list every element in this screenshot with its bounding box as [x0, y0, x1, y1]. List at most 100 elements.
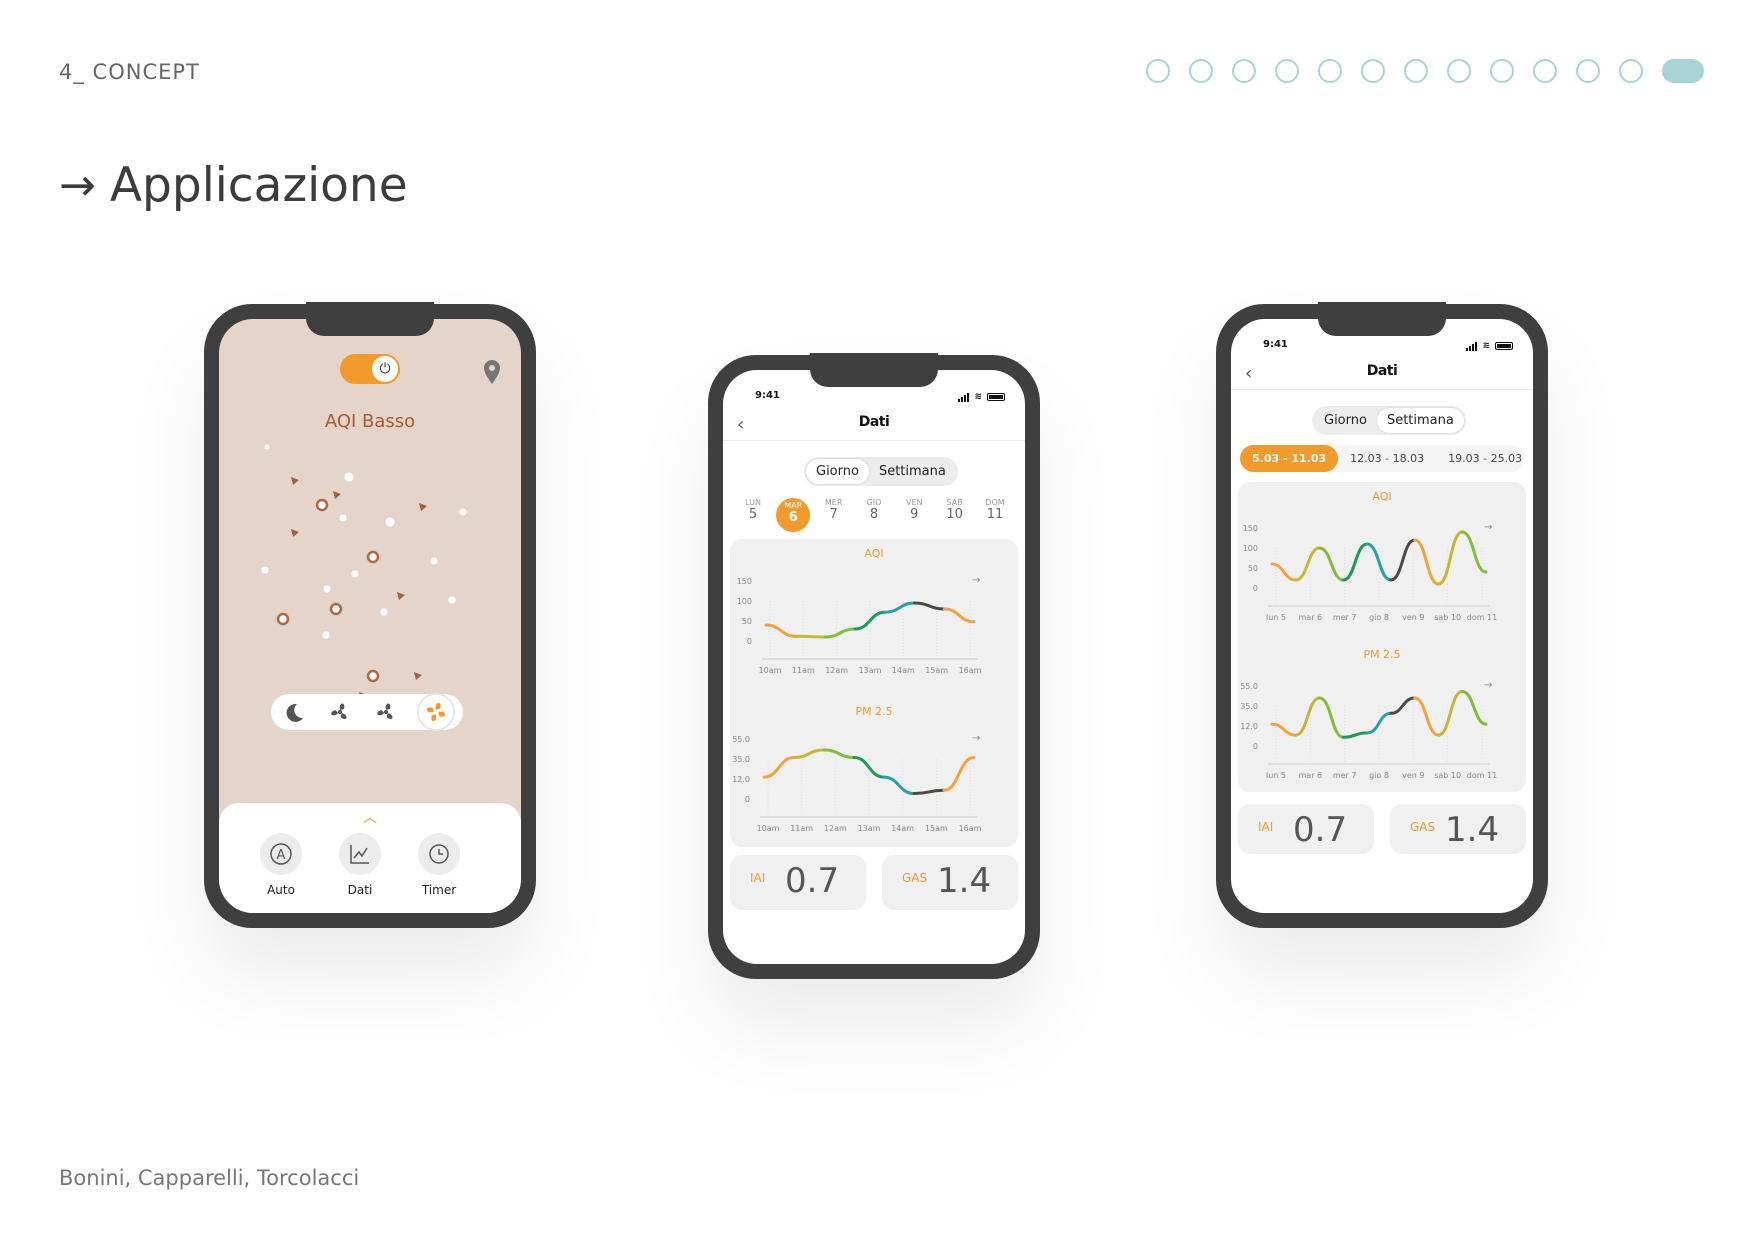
view-switch[interactable]: Giorno Settimana: [1312, 406, 1466, 435]
phone-notch: [810, 353, 938, 387]
timer-button[interactable]: Timer: [409, 833, 469, 897]
iai-label: IAI: [1258, 820, 1274, 834]
x-tick-label: ven 9: [1402, 771, 1424, 780]
series-segment: [1460, 689, 1488, 726]
pm25-chart[interactable]: PM 2.5 55.0 35.0 12.0 0 10am 11am 12am 13am 14am 1…: [730, 697, 1018, 847]
signal-icon: [1466, 341, 1478, 351]
y-tick-label: 12.0: [1240, 722, 1258, 731]
day-name: SAB: [946, 498, 963, 507]
iai-label: IAI: [750, 871, 766, 885]
auto-button[interactable]: A Auto: [251, 833, 311, 897]
phone-notch: [1318, 302, 1446, 336]
tab-giorno[interactable]: Giorno: [1314, 408, 1377, 433]
day-name: MAR: [784, 501, 803, 510]
series-segment: [764, 623, 798, 638]
iai-value: 0.7: [1293, 810, 1348, 850]
page-dot[interactable]: [1361, 59, 1385, 83]
particle-shard: [291, 477, 299, 485]
iai-stat: IAI 0.7: [1238, 804, 1374, 854]
week-item[interactable]: 19.03 - 25.03: [1436, 445, 1533, 472]
gas-stat: GAS 1.4: [1390, 804, 1526, 854]
series-segment: [1318, 546, 1345, 582]
page-dot[interactable]: [1318, 59, 1342, 83]
series-segment: [1389, 538, 1417, 582]
series-segment: [1294, 696, 1322, 737]
auto-label: Auto: [267, 883, 295, 897]
dati-button[interactable]: Dati: [330, 833, 390, 897]
x-tick-label: 10am: [757, 824, 780, 833]
gas-label: GAS: [902, 871, 928, 885]
day-item[interactable]: VEN 9: [897, 498, 931, 532]
expand-arrow-icon[interactable]: →: [1484, 522, 1492, 533]
y-tick-label: 55.0: [732, 735, 750, 744]
page-dot[interactable]: [1490, 59, 1514, 83]
pm25-chart[interactable]: PM 2.5 55.0 35.0 12.0 0 lun 5 mar 6 mer 7 gio 8 v…: [1238, 640, 1526, 790]
tab-settimana[interactable]: Settimana: [869, 459, 956, 484]
day-item[interactable]: MER 7: [817, 498, 851, 532]
charts-card: AQI 150 100 50 0 lun 5 mar 6 mer 7 gio 8 ven 9 sab…: [1238, 482, 1526, 792]
fan-icon[interactable]: [325, 697, 355, 727]
series-segment: [1436, 689, 1464, 737]
particle: [276, 612, 290, 626]
power-toggle[interactable]: ⏻: [340, 354, 400, 384]
day-item[interactable]: SAB 10: [938, 498, 972, 532]
mode-selector[interactable]: [271, 693, 463, 731]
expand-arrow-icon[interactable]: →: [1484, 680, 1492, 691]
page-dot[interactable]: [1576, 59, 1600, 83]
day-item[interactable]: GIO 8: [857, 498, 891, 532]
fan-active-icon[interactable]: [417, 693, 455, 731]
particle: [315, 498, 329, 512]
aqi-chart[interactable]: AQI 150 100 50 0 10am 11am 12am 13am 14am 15am 16am…: [730, 539, 1018, 689]
expand-arrow-icon[interactable]: →: [972, 733, 980, 744]
page-dot-active[interactable]: [1662, 59, 1704, 83]
y-tick-label: 50: [742, 617, 752, 626]
x-tick-label: sab 10: [1434, 613, 1461, 622]
page-dot[interactable]: [1275, 59, 1299, 83]
x-tick-label: 14am: [891, 824, 914, 833]
pin-icon[interactable]: [483, 359, 501, 385]
section-label: 4_ CONCEPT: [59, 60, 200, 84]
page-dot[interactable]: [1146, 59, 1170, 83]
expand-arrow-icon[interactable]: →: [972, 575, 980, 586]
week-strip[interactable]: 5.03 - 11.03 12.03 - 18.03 19.03 - 25.03: [1240, 445, 1524, 472]
status-bar: 9:41 ≋: [723, 390, 1025, 406]
page-dot[interactable]: [1404, 59, 1428, 83]
y-tick-label: 55.0: [1240, 682, 1258, 691]
page-dot[interactable]: [1232, 59, 1256, 83]
page-dot[interactable]: [1447, 59, 1471, 83]
series-segment: [912, 788, 946, 796]
series-segment: [1365, 711, 1393, 735]
page-dot[interactable]: [1619, 59, 1643, 83]
day-name: GIO: [866, 498, 882, 507]
series-segment: [853, 610, 887, 631]
day-strip[interactable]: LUN 5 MAR 6 MER 7 GIO 8 VEN 9 SAB 10 DOM 11: [736, 498, 1012, 532]
x-tick-label: lun 5: [1266, 771, 1286, 780]
series-segment: [762, 756, 796, 779]
view-switch[interactable]: Giorno Settimana: [804, 457, 958, 486]
week-item[interactable]: 5.03 - 11.03: [1240, 445, 1339, 472]
tab-settimana[interactable]: Settimana: [1376, 408, 1464, 433]
moon-icon[interactable]: [279, 697, 309, 727]
phone-notch: [306, 302, 434, 336]
fan-icon[interactable]: [371, 697, 401, 727]
x-tick-label: mer 7: [1333, 613, 1357, 622]
y-tick-label: 0: [747, 637, 752, 646]
page-dot[interactable]: [1533, 59, 1557, 83]
day-item[interactable]: DOM 11: [978, 498, 1012, 532]
wifi-icon: ≋: [974, 392, 982, 402]
page-dot[interactable]: [1189, 59, 1213, 83]
tab-giorno[interactable]: Giorno: [806, 459, 869, 484]
chart-title: AQI: [1372, 490, 1391, 503]
day-number: 11: [986, 507, 1004, 522]
chevron-up-icon[interactable]: ︿: [363, 807, 377, 827]
screen-title: Dati: [858, 414, 890, 430]
day-item[interactable]: LUN 5: [736, 498, 770, 532]
y-tick-label: 0: [1253, 584, 1258, 593]
series-segment: [942, 607, 976, 624]
aqi-chart[interactable]: AQI 150 100 50 0 lun 5 mar 6 mer 7 gio 8 ven 9 sab…: [1238, 482, 1526, 632]
page-indicator[interactable]: [1146, 59, 1704, 83]
y-tick-label: 150: [737, 577, 752, 586]
series-segment: [1341, 542, 1369, 582]
week-item[interactable]: 12.03 - 18.03: [1338, 445, 1436, 472]
day-item[interactable]: MAR 6: [776, 498, 811, 532]
